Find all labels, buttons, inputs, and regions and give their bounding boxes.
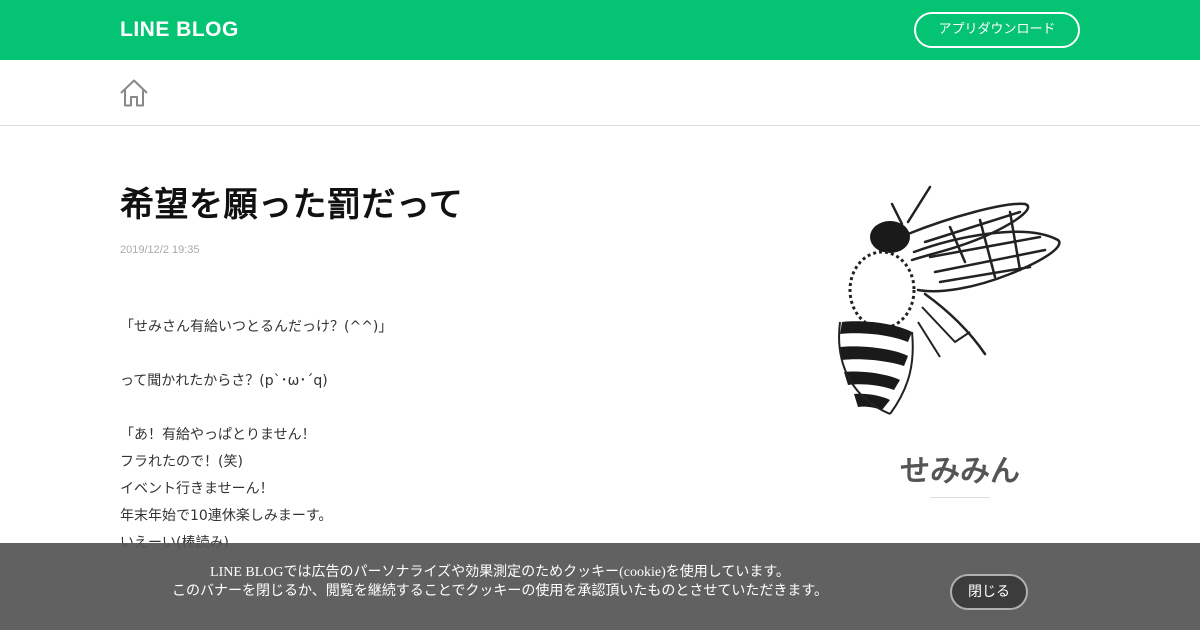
line-blog-logo[interactable]: LINE BLOG [120, 17, 239, 43]
post-date: 2019/12/2 19:35 [120, 244, 200, 256]
close-banner-button[interactable]: 閉じる [950, 574, 1028, 610]
post-title: 希望を願った罰だって [120, 185, 464, 225]
post-line: 年末年始で10連休楽しみまーす。 [120, 508, 333, 524]
author-name[interactable]: せみみん [860, 446, 1060, 490]
cookie-message-line: このバナーを閉じるか、閲覧を継続することでクッキーの使用を承認頂いたものとさせて… [172, 584, 828, 599]
post-line: 「あ！有給やっぱとりません！ [120, 427, 316, 443]
post-line: 「せみさん有給いつとるんだっけ？(^^)」 [120, 319, 393, 335]
author-divider [930, 497, 990, 498]
post-line: って聞かれたからさ？(p`･ω･´q) [120, 373, 328, 389]
post-line: イベント行きませーん！ [120, 481, 274, 497]
cookie-message: LINE BLOGでは広告のパーソナライズや効果測定のためクッキー(cookie… [140, 563, 860, 601]
sub-navigation [0, 60, 1200, 126]
top-bar: LINE BLOG アプリダウンロード [0, 0, 1200, 60]
post-line [120, 395, 740, 422]
post-line: フラれたので！(笑) [120, 454, 243, 470]
cookie-banner: LINE BLOGでは広告のパーソナライズや効果測定のためクッキー(cookie… [0, 543, 1200, 630]
app-download-button[interactable]: アプリダウンロード [914, 12, 1080, 48]
cookie-message-line: LINE BLOGでは広告のパーソナライズや効果測定のためクッキー(cookie… [210, 565, 790, 580]
post-line [120, 341, 740, 368]
author-bee-image[interactable] [830, 182, 1070, 420]
post-body: 「せみさん有給いつとるんだっけ？(^^)」 って聞かれたからさ？(p`･ω･´q… [120, 314, 740, 557]
home-icon[interactable] [119, 78, 149, 108]
